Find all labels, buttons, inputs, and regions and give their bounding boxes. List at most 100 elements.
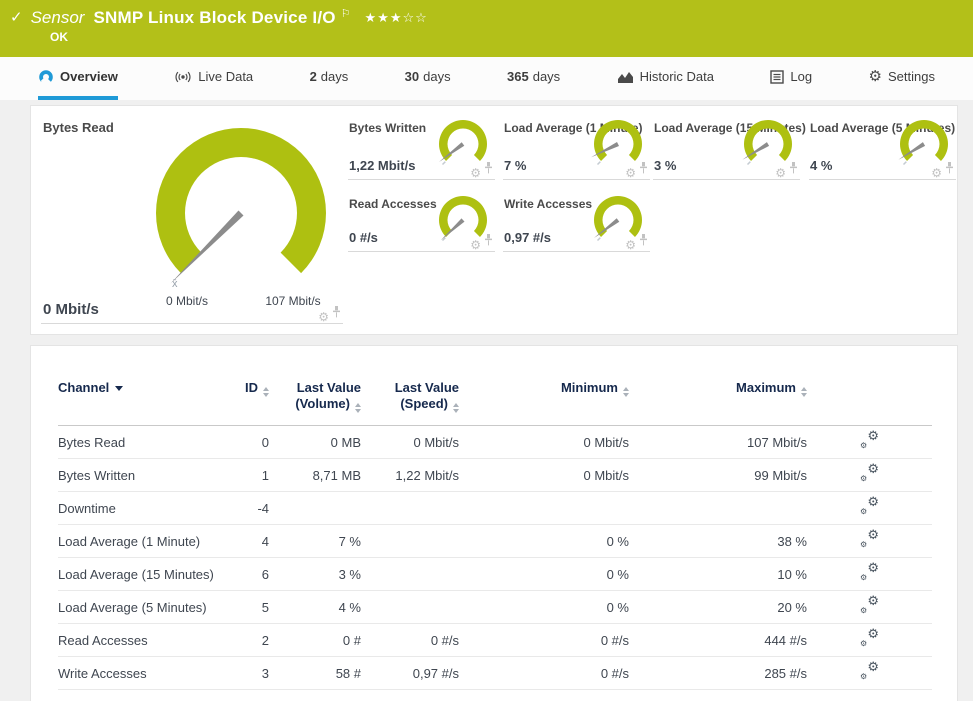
gauge-card-load-average-15-minutes[interactable]: Load Average (15 Minutes)3 %⚙	[653, 114, 800, 180]
gauge-value: 4 %	[810, 158, 832, 173]
gauge-card-read-accesses[interactable]: Read Accesses0 #/s⚙	[348, 190, 495, 252]
tab-365-days[interactable]: 365 days	[507, 57, 560, 100]
gauge-value: 3 %	[654, 158, 676, 173]
gear-icon[interactable]: ⚙	[625, 167, 636, 179]
tab-historic-data[interactable]: Historic Data	[617, 57, 714, 100]
star-filled-icon[interactable]: ★	[390, 10, 403, 25]
channel-settings-gears-icon[interactable]: ⚙⚙	[860, 564, 879, 581]
tab-live-data[interactable]: Live Data	[174, 57, 253, 100]
tab-label: Historic Data	[640, 69, 714, 84]
pin-icon[interactable]	[945, 161, 954, 179]
sort-toggle-icon	[263, 387, 269, 397]
gear-icon[interactable]: ⚙	[775, 167, 786, 179]
channel-settings-gears-icon[interactable]: ⚙⚙	[860, 432, 879, 449]
column-header-last-value-volume[interactable]: Last Value(Volume)	[269, 374, 361, 426]
sort-toggle-icon	[355, 403, 361, 413]
channel-value: 0 Mbit/s	[459, 459, 629, 492]
channel-value	[629, 492, 807, 525]
pin-icon-svg	[639, 234, 648, 246]
pin-icon-svg	[639, 162, 648, 174]
column-header-last-value-speed[interactable]: Last Value(Speed)	[361, 374, 459, 426]
channel-settings-cell: ⚙⚙	[807, 459, 932, 492]
gauge-actions: ⚙	[775, 161, 798, 179]
channel-name: Load Average (1 Minute)	[58, 525, 198, 558]
prtg-sensor-page: ✓ Sensor SNMP Linux Block Device I/O ⚐ ★…	[0, 0, 973, 701]
channels-table: ChannelIDLast Value(Volume)Last Value(Sp…	[58, 374, 932, 690]
channel-value: 99 Mbit/s	[629, 459, 807, 492]
channel-row-read-accesses: Read Accesses20 #0 #/s0 #/s444 #/s⚙⚙	[58, 624, 932, 657]
channel-settings-cell: ⚙⚙	[807, 525, 932, 558]
gauge-min-label: 0 Mbit/s	[141, 294, 233, 308]
gear-icon[interactable]: ⚙	[318, 311, 329, 323]
star-filled-icon[interactable]: ★	[377, 10, 390, 25]
channel-value: 0 %	[459, 558, 629, 591]
tab-log[interactable]: Log	[770, 57, 812, 100]
tab-label: days	[423, 69, 450, 84]
sensor-title: SNMP Linux Block Device I/O	[93, 8, 335, 28]
channel-settings-gears-icon[interactable]: ⚙⚙	[860, 531, 879, 548]
flag-icon[interactable]: ⚐	[341, 7, 351, 20]
gauge-value: 1,22 Mbit/s	[349, 158, 415, 173]
gauge-value: 7 %	[504, 158, 526, 173]
gauge-actions: ⚙	[318, 305, 341, 323]
column-header-channel[interactable]: Channel	[58, 374, 198, 426]
tab-label: days	[533, 69, 560, 84]
channel-settings-gears-icon[interactable]: ⚙⚙	[860, 498, 879, 515]
pin-icon[interactable]	[332, 305, 341, 323]
channel-settings-gears-icon[interactable]: ⚙⚙	[860, 630, 879, 647]
column-header-minimum[interactable]: Minimum	[459, 374, 629, 426]
pin-icon[interactable]	[484, 233, 493, 251]
pin-icon-svg	[484, 234, 493, 246]
gauge-card-bytes-read[interactable]: Bytes Read x̄ 0 Mbit/s 107 Mbit/s 0 Mbit…	[41, 112, 343, 324]
tab-overview[interactable]: Overview	[38, 57, 118, 100]
channel-settings-gears-icon[interactable]: ⚙⚙	[860, 465, 879, 482]
gear-icon[interactable]: ⚙	[931, 167, 942, 179]
gear-icon[interactable]: ⚙	[470, 167, 481, 179]
sort-toggle-icon	[453, 403, 459, 413]
gear-icon[interactable]: ⚙	[470, 239, 481, 251]
tab-30-days[interactable]: 30 days	[405, 57, 451, 100]
pin-icon[interactable]	[484, 161, 493, 179]
pin-icon[interactable]	[789, 161, 798, 179]
tab-2-days[interactable]: 2days	[310, 57, 349, 100]
gauge-card-load-average-1-minute[interactable]: Load Average (1 Minute)7 %⚙	[503, 114, 650, 180]
tab-label: Overview	[60, 69, 118, 84]
tab-settings[interactable]: ⚙Settings	[869, 57, 935, 100]
channel-row-bytes-read: Bytes Read00 MB0 Mbit/s0 Mbit/s107 Mbit/…	[58, 426, 932, 459]
pin-icon-svg	[789, 162, 798, 174]
channel-value	[361, 525, 459, 558]
star-empty-icon[interactable]: ☆	[415, 10, 428, 25]
channel-value	[459, 492, 629, 525]
gauges-panel: Bytes Read x̄ 0 Mbit/s 107 Mbit/s 0 Mbit…	[30, 105, 958, 335]
sensor-header: ✓ Sensor SNMP Linux Block Device I/O ⚐ ★…	[0, 0, 973, 57]
channel-settings-cell: ⚙⚙	[807, 657, 932, 690]
channel-value: 10 %	[629, 558, 807, 591]
channel-value	[361, 558, 459, 591]
channel-row-bytes-written: Bytes Written18,71 MB1,22 Mbit/s0 Mbit/s…	[58, 459, 932, 492]
gauge-value: 0 Mbit/s	[43, 301, 99, 318]
channel-settings-cell: ⚙⚙	[807, 426, 932, 459]
channel-value: 38 %	[629, 525, 807, 558]
column-header-maximum[interactable]: Maximum	[629, 374, 807, 426]
gauge-card-load-average-5-minutes[interactable]: Load Average (5 Minutes)4 %⚙	[809, 114, 956, 180]
channel-value: 0 MB	[269, 426, 361, 459]
tab-number: 365	[507, 69, 529, 84]
priority-stars[interactable]: ★★★☆☆	[365, 10, 428, 26]
pin-icon-svg	[945, 162, 954, 174]
gear-icon[interactable]: ⚙	[625, 239, 636, 251]
tab-label: Settings	[888, 69, 935, 84]
channel-value: 20 %	[629, 591, 807, 624]
gauge-card-bytes-written[interactable]: Bytes Written1,22 Mbit/s⚙	[348, 114, 495, 180]
star-empty-icon[interactable]: ☆	[403, 10, 416, 25]
channel-settings-gears-icon[interactable]: ⚙⚙	[860, 663, 879, 680]
tab-number: 30	[405, 69, 419, 84]
pin-icon[interactable]	[639, 233, 648, 251]
channel-value: 0 #/s	[459, 624, 629, 657]
gauge-average-marker: x̄	[172, 278, 178, 290]
column-header-id[interactable]: ID	[198, 374, 269, 426]
gauge-card-write-accesses[interactable]: Write Accesses0,97 #/s⚙	[503, 190, 650, 252]
pin-icon[interactable]	[639, 161, 648, 179]
channel-name: Write Accesses	[58, 657, 198, 690]
channel-settings-gears-icon[interactable]: ⚙⚙	[860, 597, 879, 614]
star-filled-icon[interactable]: ★	[365, 10, 378, 25]
